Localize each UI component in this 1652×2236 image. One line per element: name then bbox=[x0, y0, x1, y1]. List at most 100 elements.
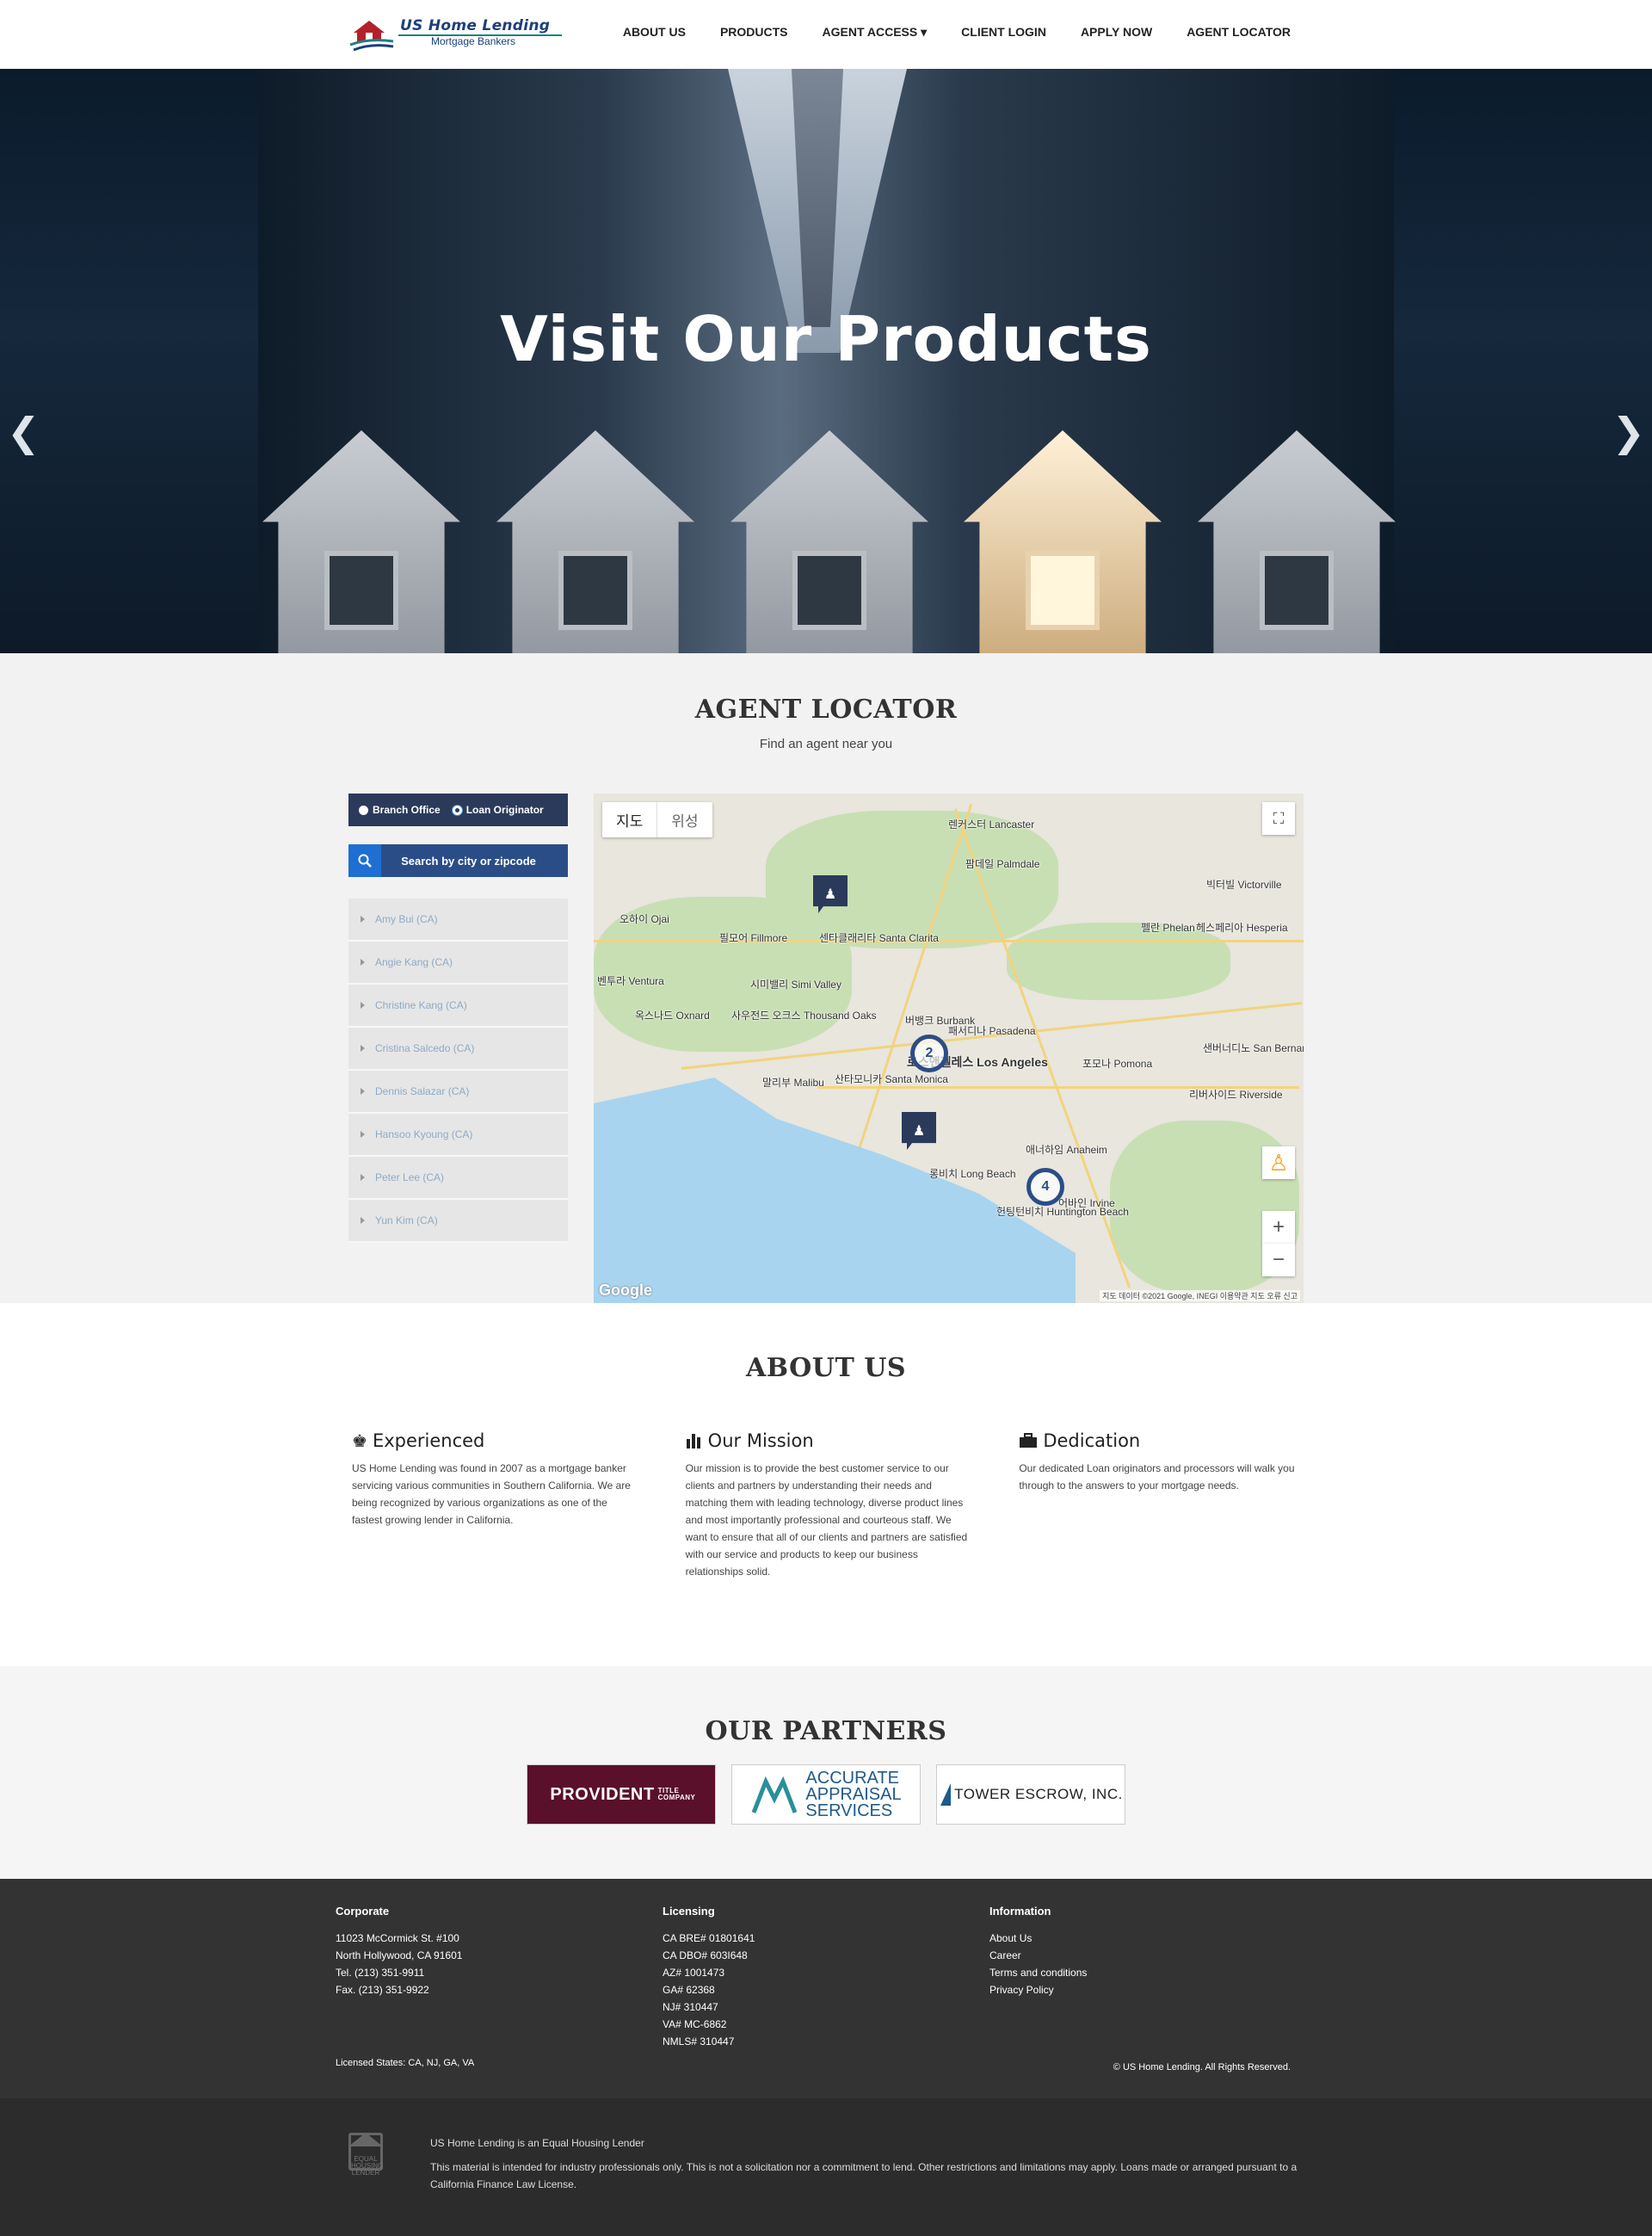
map-type-tabs: 지도 위성 bbox=[602, 802, 712, 837]
agent-list-item[interactable]: Yun Kim (CA) bbox=[348, 1200, 568, 1243]
agent-name: Angie Kang (CA) bbox=[375, 956, 453, 968]
carousel-prev-button[interactable]: ❮ bbox=[7, 409, 40, 455]
caret-right-icon bbox=[361, 1217, 365, 1224]
about-column-heading: Our Mission bbox=[686, 1430, 974, 1451]
agent-name: Dennis Salazar (CA) bbox=[375, 1085, 470, 1097]
nav-apply-now[interactable]: APPLY NOW bbox=[1081, 25, 1152, 40]
license-line: AZ# 1001473 bbox=[663, 1967, 725, 1979]
agent-name: Cristina Salcedo (CA) bbox=[375, 1042, 475, 1054]
section-subtitle: Find an agent near you bbox=[759, 737, 893, 751]
equal-housing-icon bbox=[348, 2133, 383, 2146]
google-logo: Google bbox=[599, 1282, 652, 1299]
search-icon bbox=[358, 854, 372, 868]
footer-heading: Corporate bbox=[336, 1905, 390, 1918]
agent-list-item[interactable]: Angie Kang (CA) bbox=[348, 942, 568, 985]
radio-dot-selected-icon bbox=[452, 805, 462, 815]
about-column: ♚ Experienced US Home Lending was found … bbox=[352, 1430, 640, 1580]
agent-list-item[interactable]: Cristina Salcedo (CA) bbox=[348, 1028, 568, 1071]
map-cluster-marker[interactable]: 2 bbox=[910, 1035, 948, 1072]
plus-icon: + bbox=[1272, 1215, 1285, 1238]
hero-house-models bbox=[262, 430, 1398, 653]
person-icon: ♟ bbox=[823, 887, 837, 902]
map-attribution[interactable]: 지도 데이터 ©2021 Google, INEGI 이용약관 지도 오류 신고 bbox=[1100, 1290, 1300, 1301]
zoom-in-button[interactable]: + bbox=[1262, 1211, 1295, 1244]
partner-name-line: APPRAISAL bbox=[805, 1784, 902, 1804]
tab-map[interactable]: 지도 bbox=[602, 802, 658, 837]
street-view-pegman[interactable]: ♙ bbox=[1262, 1146, 1295, 1179]
partner-name: TOWER ESCROW, INC. bbox=[954, 1786, 1123, 1802]
nav-products[interactable]: PRODUCTS bbox=[720, 25, 788, 40]
nav-agent-locator[interactable]: AGENT LOCATOR bbox=[1187, 25, 1291, 40]
footer-link-terms[interactable]: Terms and conditions bbox=[989, 1964, 1087, 1981]
zoom-out-button[interactable]: − bbox=[1262, 1244, 1295, 1276]
footer-address-line: 11023 McCormick St. #100 bbox=[336, 1932, 459, 1944]
carousel-next-button[interactable]: ❯ bbox=[1612, 409, 1645, 455]
brand-logo[interactable]: US Home Lending Mortgage Bankers bbox=[348, 14, 564, 57]
footer-information: Information About Us Career Terms and co… bbox=[989, 1905, 1087, 1998]
footer-phone: Tel. (213) 351-9911 bbox=[336, 1967, 425, 1979]
fullscreen-button[interactable]: ⛶ bbox=[1262, 802, 1295, 835]
map-place-label: 센타클래리타 Santa Clarita bbox=[819, 932, 939, 944]
tab-satellite[interactable]: 위성 bbox=[657, 802, 712, 837]
map-place-label: 시미밸리 Simi Valley bbox=[750, 979, 841, 991]
about-column: Dedication Our dedicated Loan originator… bbox=[1019, 1430, 1307, 1580]
agent-list-item[interactable]: Christine Kang (CA) bbox=[348, 985, 568, 1028]
site-footer: Corporate 11023 McCormick St. #100 North… bbox=[0, 1879, 1652, 2098]
about-column-heading: Dedication bbox=[1019, 1430, 1307, 1451]
map-place-label: 오하이 Ojai bbox=[620, 913, 669, 925]
license-line: CA DBO# 603I648 bbox=[663, 1949, 748, 1961]
partner-logos: PROVIDENT TITLE COMPANY ACCURATE APPRAIS… bbox=[527, 1764, 1125, 1825]
section-title: OUR PARTNERS bbox=[705, 1716, 947, 1746]
footer-link-privacy[interactable]: Privacy Policy bbox=[989, 1981, 1087, 1998]
map-terrain bbox=[1007, 923, 1230, 1000]
partners-section: OUR PARTNERS PROVIDENT TITLE COMPANY ACC… bbox=[0, 1666, 1652, 1879]
map-place-label: 샌버너디노 San Bernardino bbox=[1203, 1042, 1304, 1054]
search-button[interactable] bbox=[348, 844, 381, 877]
house-model bbox=[730, 430, 928, 653]
footer-link-about-us[interactable]: About Us bbox=[989, 1930, 1087, 1947]
agent-name: Yun Kim (CA) bbox=[375, 1214, 438, 1226]
caret-right-icon bbox=[361, 1131, 365, 1138]
partner-logo-tower-escrow[interactable]: TOWER ESCROW, INC. bbox=[936, 1764, 1125, 1825]
caret-right-icon bbox=[361, 1174, 365, 1181]
radio-loan-originator[interactable]: Loan Originator bbox=[452, 804, 544, 816]
license-line: GA# 62368 bbox=[663, 1984, 715, 1996]
fullscreen-icon: ⛶ bbox=[1273, 809, 1285, 827]
partner-name-line: SERVICES bbox=[805, 1801, 893, 1820]
section-title: AGENT LOCATOR bbox=[694, 695, 958, 725]
map-place-label: 애너하임 Anaheim bbox=[1026, 1144, 1107, 1156]
section-title: ABOUT US bbox=[745, 1353, 907, 1383]
site-header: US Home Lending Mortgage Bankers ABOUT U… bbox=[0, 0, 1652, 69]
footer-fax: Fax. (213) 351-9922 bbox=[336, 1984, 429, 1996]
footer-link-career[interactable]: Career bbox=[989, 1947, 1087, 1964]
about-heading-text: Dedication bbox=[1043, 1430, 1141, 1451]
house-model-lit bbox=[964, 430, 1162, 653]
map-cluster-marker[interactable]: 4 bbox=[1026, 1168, 1064, 1206]
partner-name-stack: ACCURATE APPRAISAL SERVICES bbox=[805, 1770, 901, 1819]
radio-branch-office[interactable]: Branch Office bbox=[359, 804, 441, 816]
map-place-label: 옥스나드 Oxnard bbox=[635, 1010, 710, 1022]
agent-name: Amy Bui (CA) bbox=[375, 913, 438, 925]
radio-label: Branch Office bbox=[373, 804, 441, 816]
bar-chart-icon bbox=[686, 1434, 700, 1448]
person-icon: ♟ bbox=[912, 1124, 926, 1139]
nav-about-us[interactable]: ABOUT US bbox=[623, 25, 686, 40]
search-input[interactable] bbox=[381, 854, 568, 868]
about-column-text: US Home Lending was found in 2007 as a m… bbox=[352, 1462, 631, 1526]
footer-address-line: North Hollywood, CA 91601 bbox=[336, 1949, 463, 1961]
partner-logo-provident[interactable]: PROVIDENT TITLE COMPANY bbox=[527, 1764, 716, 1825]
agent-list-item[interactable]: Dennis Salazar (CA) bbox=[348, 1071, 568, 1114]
agent-map-marker[interactable]: ♟ bbox=[902, 1112, 936, 1150]
partner-logo-accurate-appraisal[interactable]: ACCURATE APPRAISAL SERVICES bbox=[731, 1764, 921, 1825]
map-place-label: 펠란 Phelan bbox=[1141, 922, 1195, 934]
nav-client-login[interactable]: CLIENT LOGIN bbox=[961, 25, 1046, 40]
nav-agent-access-dropdown[interactable]: AGENT ACCESS ▾ bbox=[823, 25, 928, 40]
agent-map[interactable]: 렌커스터 Lancaster 팜데일 Palmdale 센타클래리타 Santa… bbox=[594, 794, 1304, 1303]
about-section: ABOUT US ♚ Experienced US Home Lending w… bbox=[0, 1303, 1652, 1666]
map-place-label: 벤투라 Ventura bbox=[597, 975, 664, 987]
agent-list-item[interactable]: Peter Lee (CA) bbox=[348, 1157, 568, 1200]
locator-type-radio-group: Branch Office Loan Originator bbox=[348, 794, 568, 826]
map-place-label: 헌팅턴비치 Huntington Beach bbox=[996, 1206, 1129, 1218]
agent-list-item[interactable]: Hansoo Kyoung (CA) bbox=[348, 1114, 568, 1157]
agent-list-item[interactable]: Amy Bui (CA) bbox=[348, 899, 568, 942]
